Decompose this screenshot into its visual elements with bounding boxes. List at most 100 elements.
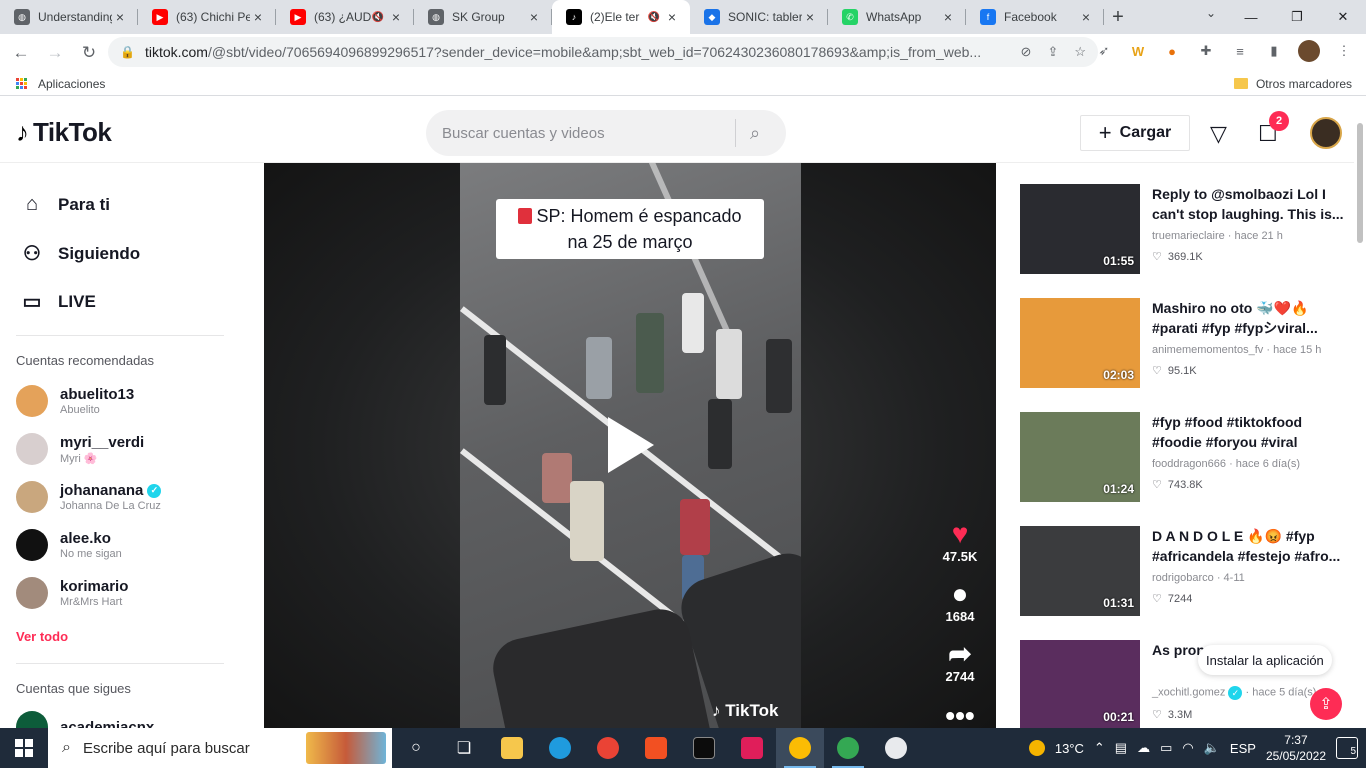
send-icon[interactable]: ▽ (1210, 121, 1227, 147)
address-bar[interactable]: 🔒 tiktok.com/@sbt/video/7065694096899296… (108, 37, 1098, 67)
profile-avatar[interactable] (1298, 40, 1320, 62)
nav-following[interactable]: ⚇ Siguiendo (18, 241, 140, 266)
recommended-account-item[interactable]: johananana ✓ Johanna De La Cruz (16, 481, 162, 513)
related-video-title[interactable]: #fyp #food #tiktokfood #foodie #foryou #… (1152, 412, 1348, 452)
extension-orange-icon[interactable]: ● (1162, 41, 1182, 61)
recommended-account-item[interactable]: abuelito13 Abuelito (16, 385, 134, 417)
chevron-up-icon[interactable]: ⌃ (1094, 740, 1105, 756)
media-control-icon[interactable]: ≡ (1230, 41, 1250, 61)
clock[interactable]: 7:37 25/05/2022 (1266, 732, 1326, 764)
see-all-link[interactable]: Ver todo (16, 629, 68, 644)
browser-tab[interactable]: ◆ SONIC: tabler × (690, 0, 828, 34)
file-explorer-icon[interactable] (488, 728, 536, 768)
nav-live[interactable]: ▭ LIVE (18, 289, 96, 314)
scroll-to-top-icon[interactable]: ⇪ (1310, 688, 1342, 720)
video-thumbnail[interactable]: 01:55 (1020, 184, 1140, 274)
play-icon[interactable] (608, 417, 654, 473)
close-tab-icon[interactable]: × (664, 9, 680, 25)
restore-icon[interactable]: ❐ (1274, 0, 1320, 34)
recommended-account-item[interactable]: myri__verdi Myri 🌸 (16, 433, 144, 465)
task-view-icon[interactable]: ❏ (440, 728, 488, 768)
bookmark-star-icon[interactable]: ☆ (1074, 44, 1086, 60)
close-tab-icon[interactable]: × (526, 9, 542, 25)
apps-bookmark[interactable]: Aplicaciones (38, 77, 105, 91)
video-thumbnail[interactable]: 00:21 (1020, 640, 1140, 728)
battery-icon[interactable]: ▭ (1160, 740, 1172, 756)
search-box[interactable]: Buscar cuentas y videos ⌕ (426, 110, 786, 156)
share-icon[interactable]: ⇪ (1047, 44, 1058, 60)
user-avatar[interactable] (1310, 117, 1342, 149)
language-indicator[interactable]: ESP (1230, 741, 1256, 756)
recommended-account-item[interactable]: alee.ko No me sigan (16, 529, 122, 561)
notification-center-icon[interactable]: 5 (1336, 737, 1358, 759)
video-thumbnail[interactable]: 01:24 (1020, 412, 1140, 502)
rocket-extension-icon[interactable]: ➶ (1094, 41, 1114, 61)
start-button[interactable] (0, 728, 48, 768)
related-video-item[interactable]: 01:31 D A N D O L E 🔥😡 #fyp #africandela … (1020, 526, 1350, 616)
comment-icon[interactable]: ● (952, 579, 969, 609)
cloud-icon[interactable]: ☁ (1137, 740, 1150, 756)
taskbar-search[interactable]: ⌕ Escribe aquí para buscar (48, 728, 392, 768)
chrome-window-icon[interactable] (776, 728, 824, 768)
browser-tab[interactable]: f Facebook × (966, 0, 1104, 34)
forward-arrow-icon[interactable]: → (38, 36, 72, 70)
minimize-icon[interactable]: — (1228, 0, 1274, 34)
browser-tab[interactable]: ▶ (63) Chichi Pe × (138, 0, 276, 34)
store-icon[interactable] (632, 728, 680, 768)
taskbar-search-input[interactable]: Escribe aquí para buscar (83, 740, 250, 757)
weather-sun-icon[interactable] (1028, 740, 1045, 756)
search-input[interactable]: Buscar cuentas y videos (442, 125, 735, 142)
heart-icon[interactable]: ♥ (952, 519, 969, 549)
related-video-title[interactable]: Mashiro no oto 🐳❤️🔥 #parati #fyp #fypシvi… (1152, 298, 1348, 338)
search-icon[interactable]: ⌕ (750, 123, 786, 144)
close-tab-icon[interactable]: × (940, 9, 956, 25)
close-tab-icon[interactable]: × (1078, 9, 1094, 25)
related-video-item[interactable]: 02:03 Mashiro no oto 🐳❤️🔥 #parati #fyp #f… (1020, 298, 1350, 388)
back-arrow-icon[interactable]: ← (4, 36, 38, 70)
related-video-item[interactable]: 01:55 Reply to @smolbaozi Lol I can't sto… (1020, 184, 1350, 274)
side-panel-icon[interactable]: ▮ (1264, 41, 1284, 61)
upload-button[interactable]: + Cargar (1080, 115, 1190, 151)
cortana-icon[interactable]: ○ (392, 728, 440, 768)
share-action[interactable]: ➦ 2744 (940, 639, 980, 685)
chrome-window-icon[interactable] (824, 728, 872, 768)
blocked-icon[interactable]: ⊘ (1021, 44, 1032, 60)
app-panda-icon[interactable] (872, 728, 920, 768)
related-video-item[interactable]: 01:24 #fyp #food #tiktokfood #foodie #for… (1020, 412, 1350, 502)
close-tab-icon[interactable]: × (112, 9, 128, 25)
menu-kebab-icon[interactable]: ⋮ (1334, 41, 1354, 61)
more-action[interactable]: ••• (940, 701, 980, 729)
volume-icon[interactable]: 🔈 (1204, 740, 1220, 756)
scrollbar-thumb[interactable] (1357, 123, 1363, 243)
tiktok-logo[interactable]: ♪ TikTok (16, 117, 112, 148)
more-dots-icon[interactable]: ••• (945, 701, 974, 729)
other-bookmarks[interactable]: Otros marcadores (1233, 77, 1352, 91)
page-scrollbar[interactable] (1354, 103, 1366, 728)
muted-speaker-icon[interactable]: 🔇 (372, 12, 384, 23)
weather-temp[interactable]: 13°C (1055, 741, 1084, 756)
browser-tab[interactable]: ◍ Understanding × (0, 0, 138, 34)
install-app-button[interactable]: Instalar la aplicación (1198, 645, 1332, 675)
browser-tab[interactable]: ◍ SK Group × (414, 0, 552, 34)
muted-speaker-icon[interactable]: 🔇 (648, 12, 660, 23)
new-tab-button[interactable]: + (1100, 0, 1136, 34)
close-window-icon[interactable]: ✕ (1320, 0, 1366, 34)
comment-action[interactable]: ● 1684 (940, 579, 980, 625)
browser-tab[interactable]: ▶ (63) ¿AUD 🔇 × (276, 0, 414, 34)
network-icon[interactable]: ▤ (1115, 740, 1127, 756)
recommended-account-item[interactable]: korimario Mr&Mrs Hart (16, 577, 128, 609)
chrome-icon[interactable] (584, 728, 632, 768)
nav-for-you[interactable]: ⌂ Para ti (18, 193, 110, 216)
like-action[interactable]: ♥ 47.5K (940, 519, 980, 565)
slack-icon[interactable] (728, 728, 776, 768)
related-video-title[interactable]: Reply to @smolbaozi Lol I can't stop lau… (1152, 184, 1348, 224)
apps-grid-icon[interactable] (16, 77, 28, 90)
video-thumbnail[interactable]: 01:31 (1020, 526, 1140, 616)
video-player[interactable]: SP: Homem é espancado na 25 de março ♪ T… (264, 163, 996, 728)
reload-icon[interactable]: ↻ (72, 36, 106, 70)
terminal-icon[interactable] (680, 728, 728, 768)
video-frame[interactable]: SP: Homem é espancado na 25 de março ♪ T… (460, 163, 801, 728)
close-tab-icon[interactable]: × (802, 9, 818, 25)
browser-tab[interactable]: ✆ WhatsApp × (828, 0, 966, 34)
related-video-title[interactable]: D A N D O L E 🔥😡 #fyp #africandela #fest… (1152, 526, 1348, 566)
